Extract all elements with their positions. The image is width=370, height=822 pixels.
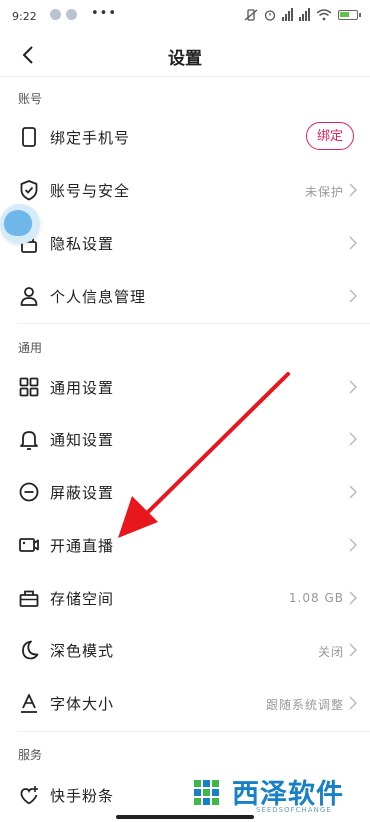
shield-check-icon xyxy=(20,180,38,201)
chevron-right-icon xyxy=(349,485,358,499)
chevron-right-icon xyxy=(349,591,358,605)
settings-item-label: 字体大小 xyxy=(50,695,115,713)
app-notification-icon xyxy=(66,9,77,20)
settings-item-account-security[interactable]: 账号与安全 未保护 xyxy=(0,165,370,217)
section-divider xyxy=(18,323,370,324)
settings-item-personal-info[interactable]: 个人信息管理 xyxy=(0,271,370,323)
storage-icon xyxy=(19,590,39,607)
fans-promo-icon xyxy=(20,786,38,805)
settings-item-value: 1.08 GB xyxy=(288,591,344,605)
watermark-subtext: SEEDSOFCHANGE xyxy=(256,806,332,814)
settings-item-label: 开通直播 xyxy=(50,537,115,555)
settings-item-storage[interactable]: 存储空间 1.08 GB xyxy=(0,573,370,625)
chevron-right-icon xyxy=(349,538,358,552)
settings-item-label: 通用设置 xyxy=(50,379,115,397)
settings-item-label: 绑定手机号 xyxy=(50,129,131,147)
settings-item-label: 个人信息管理 xyxy=(50,288,147,306)
chevron-right-icon xyxy=(349,183,358,197)
nav-bar: 设置 xyxy=(0,34,370,77)
chevron-right-icon xyxy=(349,380,358,394)
block-icon xyxy=(19,482,39,502)
settings-item-label: 快手粉条 xyxy=(50,787,115,805)
section-divider xyxy=(18,731,370,732)
chevron-right-icon xyxy=(349,643,358,657)
signal-icon xyxy=(282,8,293,21)
chevron-right-icon xyxy=(349,289,358,303)
settings-item-font-size[interactable]: 字体大小 跟随系统调整 xyxy=(0,678,370,730)
status-time: 9:22 xyxy=(12,10,37,23)
settings-item-label: 隐私设置 xyxy=(50,235,115,253)
settings-item-notifications[interactable]: 通知设置 xyxy=(0,414,370,466)
status-bar: 9:22 ••• xyxy=(0,0,370,32)
alarm-icon xyxy=(264,9,276,21)
wifi-icon xyxy=(316,8,332,20)
chevron-right-icon xyxy=(349,432,358,446)
settings-item-general[interactable]: 通用设置 xyxy=(0,362,370,414)
assistant-face-icon xyxy=(4,210,32,236)
settings-item-label: 存储空间 xyxy=(50,590,115,608)
home-indicator[interactable] xyxy=(116,815,254,819)
chevron-right-icon xyxy=(349,236,358,250)
bind-button[interactable]: 绑定 xyxy=(306,122,354,150)
battery-icon xyxy=(338,9,361,20)
app-notification-icon xyxy=(50,9,61,20)
phone-icon xyxy=(22,127,36,147)
settings-item-bind-phone[interactable]: 绑定手机号 绑定 xyxy=(0,112,370,164)
section-header-account: 账号 xyxy=(18,92,43,106)
chevron-right-icon xyxy=(349,696,358,710)
section-header-service: 服务 xyxy=(18,748,43,762)
moon-icon xyxy=(22,640,39,660)
settings-item-value: 未保护 xyxy=(304,185,344,199)
settings-item-label: 深色模式 xyxy=(50,642,115,660)
settings-item-privacy[interactable]: 隐私设置 xyxy=(0,218,370,270)
floating-assistant-bubble[interactable] xyxy=(0,204,40,244)
bell-icon xyxy=(20,431,38,450)
status-right-icons xyxy=(244,8,361,21)
signal-icon xyxy=(299,8,310,21)
settings-item-value: 关闭 xyxy=(317,645,344,659)
watermark: 西泽软件 SEEDSOFCHANGE xyxy=(190,772,360,816)
settings-item-label: 账号与安全 xyxy=(50,182,131,200)
section-header-general: 通用 xyxy=(18,341,43,355)
settings-item-dark-mode[interactable]: 深色模式 关闭 xyxy=(0,625,370,677)
user-icon xyxy=(20,287,38,306)
font-size-icon xyxy=(21,694,37,713)
mute-vibrate-icon xyxy=(244,8,258,21)
more-notifications-icon: ••• xyxy=(91,6,118,21)
notification-icons xyxy=(50,9,77,20)
settings-item-label: 屏蔽设置 xyxy=(50,484,115,502)
settings-item-value: 跟随系统调整 xyxy=(265,698,344,712)
settings-item-open-live[interactable]: 开通直播 xyxy=(0,520,370,572)
settings-item-label: 通知设置 xyxy=(50,431,115,449)
watermark-logo-icon xyxy=(194,780,219,805)
video-camera-icon xyxy=(19,538,39,552)
settings-item-block[interactable]: 屏蔽设置 xyxy=(0,467,370,519)
page-title: 设置 xyxy=(168,49,202,69)
grid-icon xyxy=(19,377,39,397)
